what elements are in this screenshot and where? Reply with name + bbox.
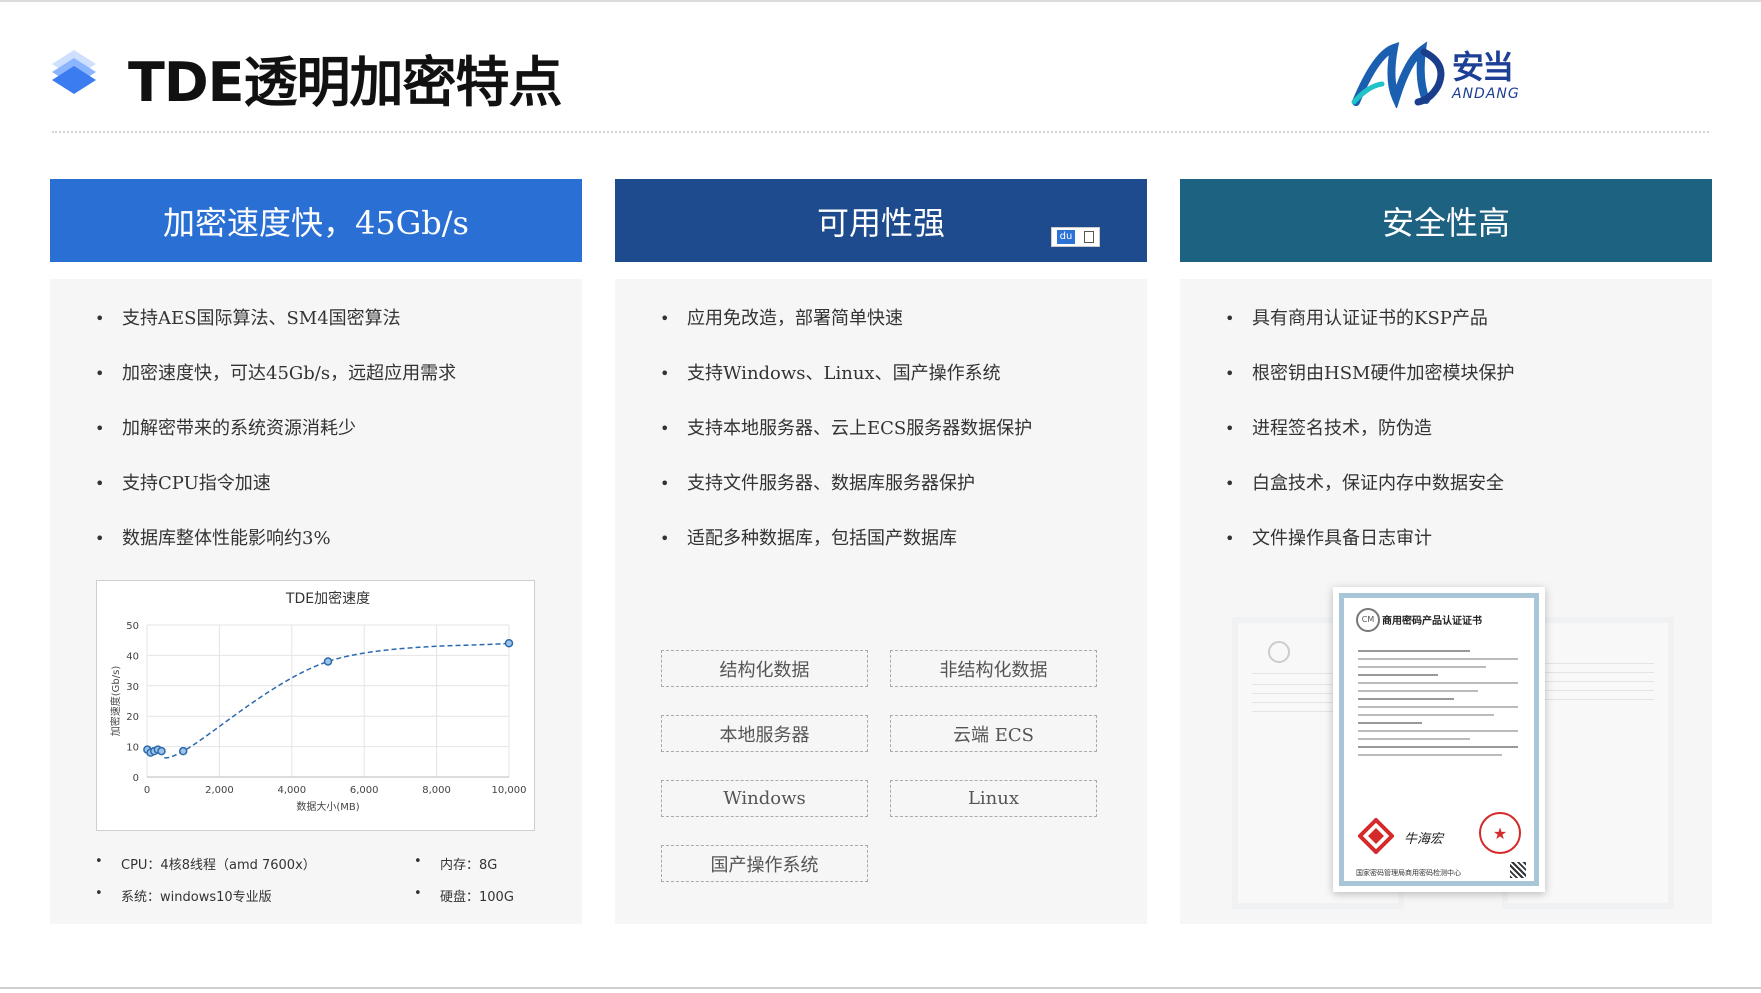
tag-domestic-os: 国产操作系统 — [661, 845, 868, 882]
data-point — [178, 746, 188, 756]
list-item: 数据库整体性能影响约3% — [95, 522, 456, 577]
list-item: 适配多种数据库，包括国产数据库 — [660, 522, 1032, 577]
data-point — [157, 746, 166, 756]
data-point — [504, 638, 514, 648]
y-axis-label: 加密速度(Gb/s) — [109, 666, 122, 737]
y-tick-label: 0 — [133, 773, 139, 784]
header-divider — [52, 131, 1709, 133]
top-border — [0, 0, 1761, 2]
du-icon[interactable]: du — [1057, 230, 1075, 244]
list-item: 进程签名技术，防伪造 — [1225, 412, 1514, 467]
spec-memory: 内存：8G — [414, 854, 498, 873]
x-tick-label: 2,000 — [205, 785, 234, 796]
tag-linux: Linux — [890, 780, 1097, 817]
panel-title: 加密速度快，45Gb/s — [163, 203, 469, 242]
x-axis-label: 数据大小(MB) — [296, 800, 359, 813]
feature-list: 应用免改造，部署简单快速 支持Windows、Linux、国产操作系统 支持本地… — [660, 302, 1032, 577]
panel-speed: 支持AES国际算法、SM4国密算法 加密速度快，可达45Gb/s，远超应用需求 … — [50, 279, 582, 924]
x-tick-label: 4,000 — [277, 785, 306, 796]
list-item: 支持本地服务器、云上ECS服务器数据保护 — [660, 412, 1032, 467]
tag-unstructured: 非结构化数据 — [890, 650, 1097, 687]
chart-svg: 0 10 20 30 40 50 0 2,000 4,000 6,000 8,000 10,000 TD… — [109, 590, 527, 813]
list-item: 白盒技术，保证内存中数据安全 — [1225, 467, 1514, 522]
list-item: 支持AES国际算法、SM4国密算法 — [95, 302, 456, 357]
y-tick-label: 40 — [126, 651, 139, 662]
tag-cloud-ecs: 云端 ECS — [890, 715, 1097, 752]
x-tick-label: 8,000 — [422, 785, 451, 796]
andang-logo: 安当 ANDANG — [1348, 40, 1528, 110]
list-item: 支持Windows、Linux、国产操作系统 — [660, 357, 1032, 412]
logo-text-en: ANDANG — [1452, 86, 1520, 102]
cert-signature: 牛海宏 — [1404, 832, 1444, 847]
tag-local-server: 本地服务器 — [661, 715, 868, 752]
logo-mark-icon — [1351, 41, 1445, 108]
panel-header-security: 安全性高 — [1180, 179, 1712, 262]
qr-code-icon — [1510, 862, 1526, 878]
y-tick-label: 10 — [126, 743, 139, 754]
panel-title: 可用性强 — [816, 203, 945, 242]
list-item: 具有商用认证证书的KSP产品 — [1225, 302, 1514, 357]
spec-os: 系统：windows10专业版 — [95, 886, 272, 905]
cert-emblem-icon: CM — [1356, 608, 1380, 632]
list-item: 文件操作具备日志审计 — [1225, 522, 1514, 577]
cert-title: 商用密码产品认证证书 — [1382, 616, 1482, 627]
x-tick-label: 10,000 — [492, 785, 527, 796]
page-title: TDE透明加密特点 — [128, 51, 563, 114]
list-item: 根密钥由HSM硬件加密模块保护 — [1225, 357, 1514, 412]
tag-structured: 结构化数据 — [661, 650, 868, 687]
panel-security: 具有商用认证证书的KSP产品 根密钥由HSM硬件加密模块保护 进程签名技术，防伪… — [1180, 279, 1712, 924]
spec-cpu: CPU：4核8线程（amd 7600x） — [95, 854, 316, 873]
panel-header-usability: 可用性强 — [615, 179, 1147, 262]
panel-usability: 应用免改造，部署简单快速 支持Windows、Linux、国产操作系统 支持本地… — [615, 279, 1147, 924]
tag-windows: Windows — [661, 780, 868, 817]
layers-icon — [52, 50, 96, 94]
x-tick-label: 6,000 — [350, 785, 379, 796]
red-seal-icon: ★ — [1479, 812, 1521, 854]
list-item: 支持文件服务器、数据库服务器保护 — [660, 467, 1032, 522]
bottom-border — [0, 987, 1761, 989]
x-tick-label: 0 — [144, 785, 150, 796]
floating-widget[interactable]: du — [1051, 227, 1100, 247]
spec-disk: 硬盘：100G — [414, 886, 514, 905]
cert-emblem-icon — [1268, 641, 1290, 663]
list-item: 支持CPU指令加速 — [95, 467, 456, 522]
chart-title: TDE加密速度 — [285, 590, 370, 607]
feature-list: 具有商用认证证书的KSP产品 根密钥由HSM硬件加密模块保护 进程签名技术，防伪… — [1225, 302, 1514, 577]
cert-logo-icon — [1358, 818, 1394, 854]
feature-list: 支持AES国际算法、SM4国密算法 加密速度快，可达45Gb/s，远超应用需求 … — [95, 302, 456, 577]
y-tick-label: 30 — [126, 682, 139, 693]
cert-issuer: 国家密码管理局商用密码检测中心 — [1356, 869, 1461, 877]
panel-header-speed: 加密速度快，45Gb/s — [50, 179, 582, 262]
data-point — [323, 657, 333, 666]
certificate-image: CM 商用密码产品认证证书 牛海宏 ★ 国家密码管理局商用密码检测中心 — [1333, 587, 1545, 892]
list-item: 加密速度快，可达45Gb/s，远超应用需求 — [95, 357, 456, 412]
speed-chart: 0 10 20 30 40 50 0 2,000 4,000 6,000 8,000 10,000 TD… — [96, 580, 535, 831]
list-item: 加解密带来的系统资源消耗少 — [95, 412, 456, 467]
y-tick-label: 50 — [126, 621, 139, 632]
panel-title: 安全性高 — [1381, 203, 1510, 242]
expand-icon[interactable] — [1084, 231, 1094, 243]
y-tick-label: 20 — [126, 712, 139, 723]
logo-text-cn: 安当 — [1452, 48, 1514, 86]
list-item: 应用免改造，部署简单快速 — [660, 302, 1032, 357]
